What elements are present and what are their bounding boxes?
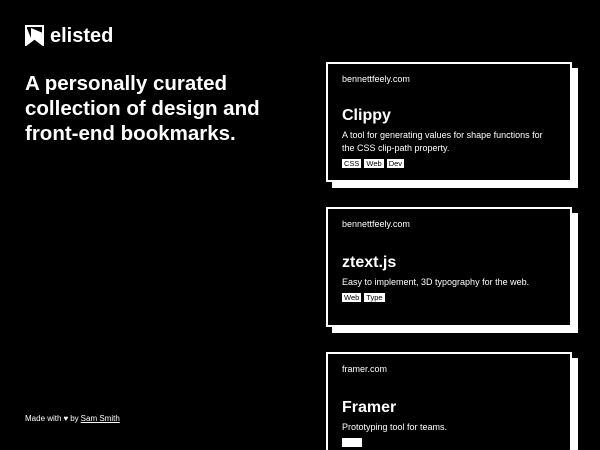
tag-partial[interactable]: [342, 438, 362, 447]
tag-css[interactable]: CSS: [342, 159, 362, 168]
brand-name: elisted: [50, 24, 114, 47]
bookmark-description: A tool for generating values for shape f…: [342, 130, 543, 153]
bookmark-card[interactable]: bennettfeely.com Clippy A tool for gener…: [326, 62, 572, 182]
page: elisted A personally curated collection …: [0, 0, 600, 450]
author-link[interactable]: Sam Smith: [81, 414, 120, 423]
bookmark-description: Prototyping tool for teams.: [342, 422, 448, 432]
bookmark-tags: Web Type: [342, 293, 556, 302]
page-headline: A personally curated collection of desig…: [25, 72, 260, 145]
by-text: by: [70, 414, 79, 423]
bookmark-card-wrapper: bennettfeely.com Clippy A tool for gener…: [326, 62, 578, 182]
bookmark-title: Framer: [342, 399, 397, 416]
bookmark-card-wrapper: bennettfeely.com ztext.js Easy to implem…: [326, 207, 578, 327]
bookmark-tags: CSS Web Dev: [342, 159, 556, 168]
footer-credits: Made with ♥ by Sam Smith: [25, 414, 120, 423]
brand-logo-link[interactable]: elisted: [25, 25, 113, 46]
made-with-text: Made with: [25, 414, 62, 423]
bookmark-domain: bennettfeely.com: [342, 74, 410, 84]
bookmark-card[interactable]: bennettfeely.com ztext.js Easy to implem…: [326, 207, 572, 327]
heart-icon: ♥: [63, 414, 69, 423]
elisted-bookmark-logo-icon: [25, 25, 44, 46]
tag-type[interactable]: Type: [364, 293, 385, 302]
bookmark-description: Easy to implement, 3D typography for the…: [342, 277, 530, 287]
tag-dev[interactable]: Dev: [386, 159, 405, 168]
tag-web[interactable]: Web: [364, 159, 384, 168]
bookmark-card-wrapper: framer.com Framer Prototyping tool for t…: [326, 352, 578, 450]
tag-web[interactable]: Web: [342, 293, 362, 302]
bookmark-title: ztext.js: [342, 254, 397, 271]
bookmark-tags: [342, 438, 556, 447]
bookmark-domain: bennettfeely.com: [342, 219, 410, 229]
bookmark-card[interactable]: framer.com Framer Prototyping tool for t…: [326, 352, 572, 450]
bookmark-title: Clippy: [342, 107, 391, 124]
bookmark-domain: framer.com: [342, 364, 388, 374]
